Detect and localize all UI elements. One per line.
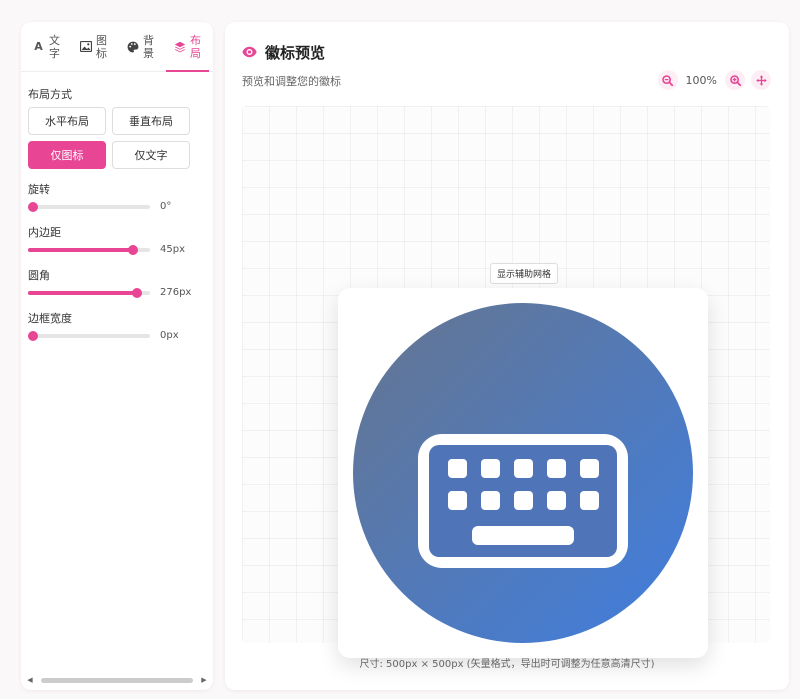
padding-slider-thumb[interactable] — [127, 244, 138, 255]
size-note: 尺寸: 500px × 500px (矢量格式，导出时可调整为任意高清尺寸) — [359, 659, 655, 670]
radius-slider-fill — [28, 290, 137, 295]
tab-text[interactable]: A 文字 — [23, 22, 70, 71]
padding-slider-block: 内边距 45px — [28, 224, 213, 255]
rotation-slider[interactable] — [28, 201, 150, 212]
tab-icon-label: 图标 — [96, 33, 107, 60]
radius-value: 276px — [160, 287, 192, 298]
radius-label: 圆角 — [28, 269, 50, 282]
border-value: 0px — [160, 330, 179, 341]
tab-icon[interactable]: 图标 — [70, 22, 117, 71]
zoom-in-button[interactable] — [725, 70, 745, 90]
show-grid-button[interactable]: 显示辅助网格 — [490, 263, 559, 284]
horizontal-scrollbar[interactable]: ◀ ▶ — [25, 676, 209, 684]
padding-label: 内边距 — [28, 226, 61, 239]
logo-preview — [353, 303, 693, 643]
rotation-slider-block: 旋转 0° — [28, 181, 213, 212]
palette-icon — [127, 41, 139, 53]
zoom-level: 100% — [685, 73, 717, 87]
layout-text-only-button[interactable]: 仅文字 — [112, 141, 190, 169]
padding-slider-fill — [28, 247, 133, 252]
layout-section-title: 布局方式 — [28, 88, 72, 101]
eye-icon — [242, 43, 257, 62]
border-slider-thumb[interactable] — [28, 330, 38, 341]
tab-background-label: 背景 — [143, 33, 154, 60]
scroll-right-icon[interactable]: ▶ — [199, 676, 209, 684]
padding-slider[interactable] — [28, 244, 150, 255]
layout-horizontal-button[interactable]: 水平布局 — [28, 107, 106, 135]
zoom-controls: 100% — [657, 70, 771, 90]
layout-vertical-button[interactable]: 垂直布局 — [112, 107, 190, 135]
zoom-in-icon — [729, 71, 741, 90]
zoom-out-icon — [662, 71, 674, 90]
scroll-left-icon[interactable]: ◀ — [25, 676, 35, 684]
move-icon — [755, 71, 767, 90]
radius-slider-block: 圆角 276px — [28, 267, 213, 298]
border-slider[interactable] — [28, 330, 150, 341]
preview-panel: 徽标预览 预览和调整您的徽标 100% 显示辅助网格 尺寸: 500px × 5… — [225, 22, 789, 690]
padding-value: 45px — [160, 244, 185, 255]
border-slider-block: 边框宽度 0px — [28, 310, 213, 341]
text-icon: A — [34, 40, 43, 53]
layout-options: 水平布局 垂直布局 仅图标 仅文字 — [28, 107, 213, 169]
radius-slider[interactable] — [28, 287, 150, 298]
rotation-value: 0° — [160, 201, 172, 212]
tab-layout[interactable]: 布局 — [164, 22, 211, 72]
logo-card — [338, 288, 708, 658]
keyboard-icon — [418, 434, 628, 568]
border-label: 边框宽度 — [28, 312, 72, 325]
preview-header: 徽标预览 — [242, 42, 325, 63]
zoom-out-button[interactable] — [657, 70, 678, 90]
layout-icon-only-button[interactable]: 仅图标 — [28, 141, 106, 169]
layers-icon — [174, 41, 186, 53]
tab-text-label: 文字 — [49, 33, 60, 60]
pan-button[interactable] — [751, 70, 771, 90]
tab-layout-label: 布局 — [190, 33, 201, 60]
page-title: 徽标预览 — [265, 44, 326, 62]
radius-slider-thumb[interactable] — [131, 287, 142, 298]
preview-subtitle: 预览和调整您的徽标 — [242, 75, 341, 88]
settings-tabs: A 文字 图标 背景 布局 — [21, 22, 213, 72]
settings-panel: A 文字 图标 背景 布局 布局方式 水平布局 垂直布局 仅图标 仅文字 旋转 … — [21, 22, 213, 690]
rotation-slider-thumb[interactable] — [28, 201, 38, 212]
image-icon — [79, 41, 92, 53]
rotation-label: 旋转 — [28, 183, 50, 196]
scrollbar-thumb[interactable] — [41, 677, 193, 683]
tab-background[interactable]: 背景 — [117, 22, 164, 71]
preview-canvas: 显示辅助网格 — [242, 106, 770, 658]
